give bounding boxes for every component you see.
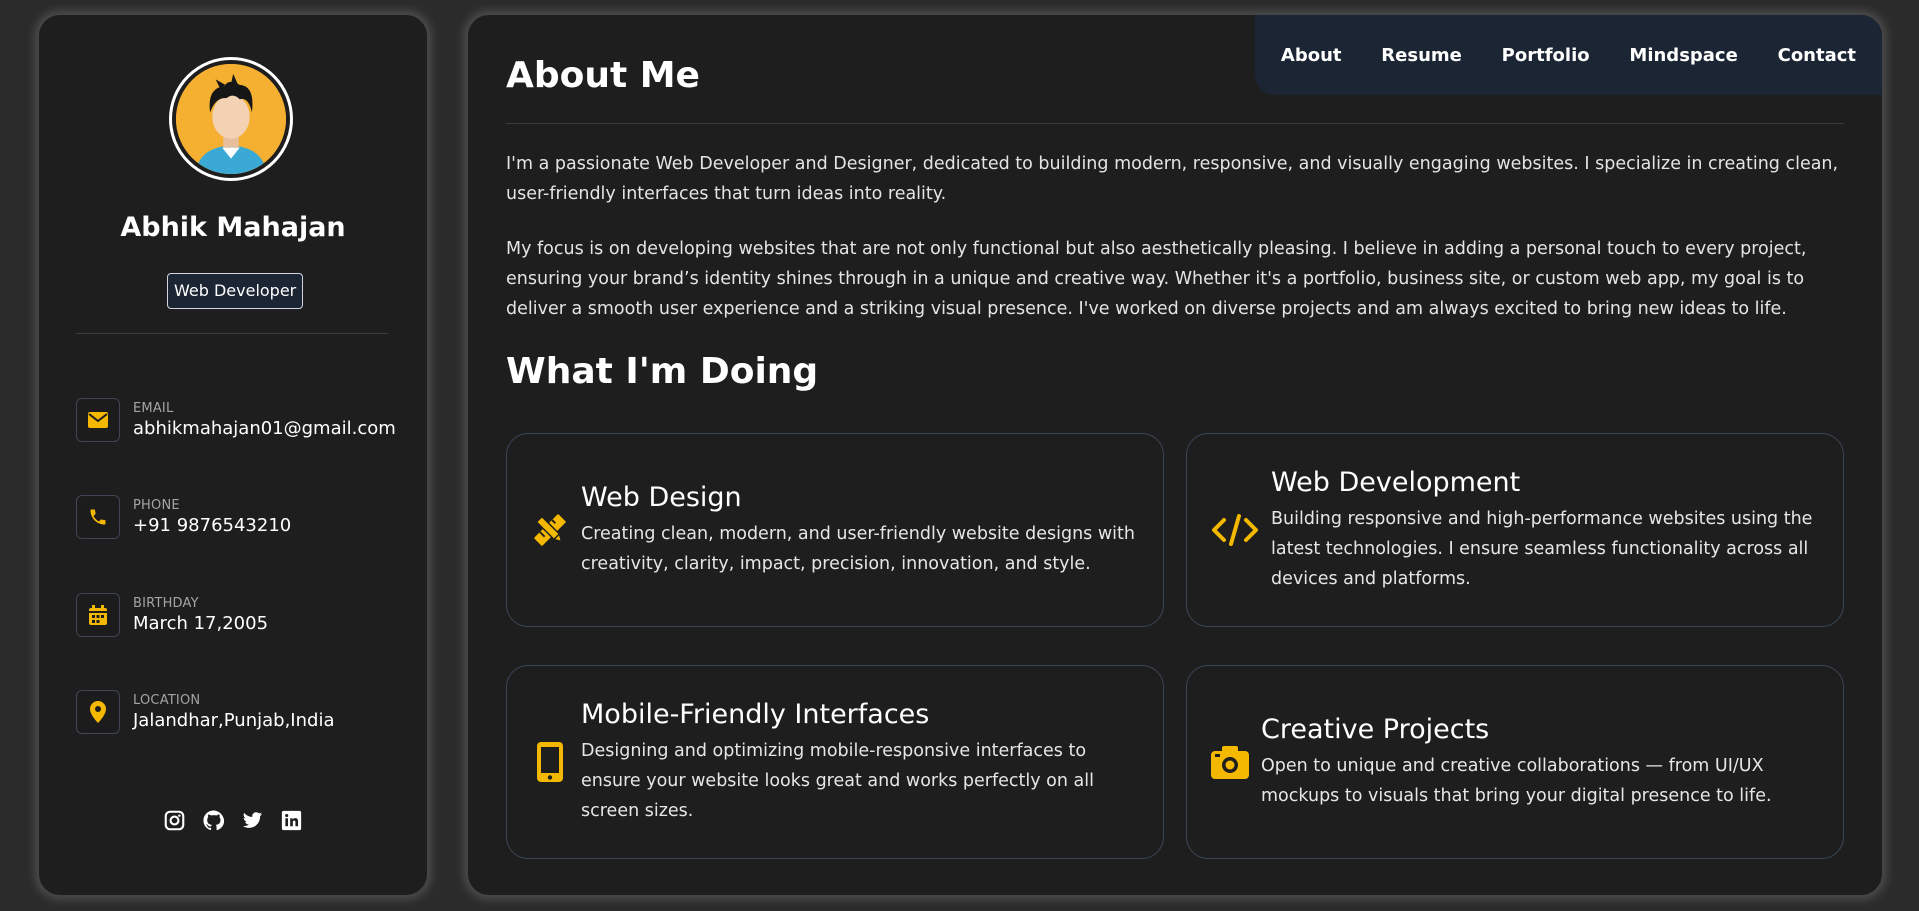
service-title: Mobile-Friendly Interfaces — [581, 698, 930, 730]
contact-location: LOCATION Jalandhar,Punjab,India — [76, 690, 334, 734]
email-label: EMAIL — [133, 401, 174, 416]
about-paragraph-2: My focus is on developing websites that … — [506, 239, 1807, 319]
nav-about[interactable]: About — [1281, 45, 1342, 66]
top-navbar: About Resume Portfolio Mindspace Contact — [1255, 15, 1882, 95]
contact-birthday: BIRTHDAY March 17,2005 — [76, 593, 268, 637]
service-description: Open to unique and creative collaboratio… — [1261, 755, 1772, 806]
twitter-icon[interactable] — [242, 810, 263, 831]
contact-email: EMAIL abhikmahajan01@gmail.com — [76, 398, 396, 442]
nav-portfolio[interactable]: Portfolio — [1502, 45, 1590, 66]
location-pin-icon — [76, 690, 120, 734]
profile-name: Abhik Mahajan — [120, 212, 346, 243]
service-title: Web Development — [1271, 466, 1521, 498]
service-card-web-development: Web Development Building responsive and … — [1186, 433, 1844, 627]
about-paragraph-1: I'm a passionate Web Developer and Desig… — [506, 154, 1839, 204]
service-description: Creating clean, modern, and user-friendl… — [581, 523, 1135, 574]
nav-mindspace[interactable]: Mindspace — [1629, 45, 1737, 66]
nav-resume[interactable]: Resume — [1381, 45, 1462, 66]
envelope-icon — [76, 398, 120, 442]
phone-value[interactable]: +91 9876543210 — [133, 515, 291, 536]
sidebar-divider — [76, 333, 388, 334]
service-card-mobile-friendly: Mobile-Friendly Interfaces Designing and… — [506, 665, 1164, 859]
nav-contact[interactable]: Contact — [1778, 45, 1856, 66]
birthday-label: BIRTHDAY — [133, 596, 199, 611]
profile-sidebar: Abhik Mahajan Web Developer EMAIL abhikm… — [38, 14, 428, 896]
service-title: Web Design — [581, 481, 742, 513]
phone-icon — [76, 495, 120, 539]
calendar-icon — [76, 593, 120, 637]
email-value[interactable]: abhikmahajan01@gmail.com — [133, 418, 396, 439]
section-title-doing: What I'm Doing — [506, 351, 819, 392]
phone-label: PHONE — [133, 498, 180, 513]
location-value: Jalandhar,Punjab,India — [133, 710, 335, 731]
service-description: Building responsive and high-performance… — [1271, 508, 1813, 589]
linkedin-icon[interactable] — [281, 810, 302, 831]
title-divider — [506, 123, 1844, 124]
location-label: LOCATION — [133, 693, 201, 708]
avatar — [169, 57, 293, 181]
page-title: About Me — [506, 55, 700, 96]
pencil-ruler-icon — [531, 509, 569, 551]
mobile-phone-icon — [531, 741, 569, 783]
service-card-web-design: Web Design Creating clean, modern, and u… — [506, 433, 1164, 627]
service-title: Creative Projects — [1261, 713, 1490, 745]
role-badge: Web Developer — [167, 273, 304, 309]
main-panel: About Resume Portfolio Mindspace Contact… — [467, 14, 1883, 896]
camera-icon — [1211, 741, 1249, 783]
service-description: Designing and optimizing mobile-responsi… — [581, 740, 1094, 821]
social-links — [39, 810, 427, 831]
instagram-icon[interactable] — [164, 810, 185, 831]
github-icon[interactable] — [203, 810, 224, 831]
code-icon — [1211, 509, 1259, 551]
service-card-creative-projects: Creative Projects Open to unique and cre… — [1186, 665, 1844, 859]
birthday-value: March 17,2005 — [133, 613, 269, 634]
contact-phone: PHONE +91 9876543210 — [76, 495, 291, 539]
